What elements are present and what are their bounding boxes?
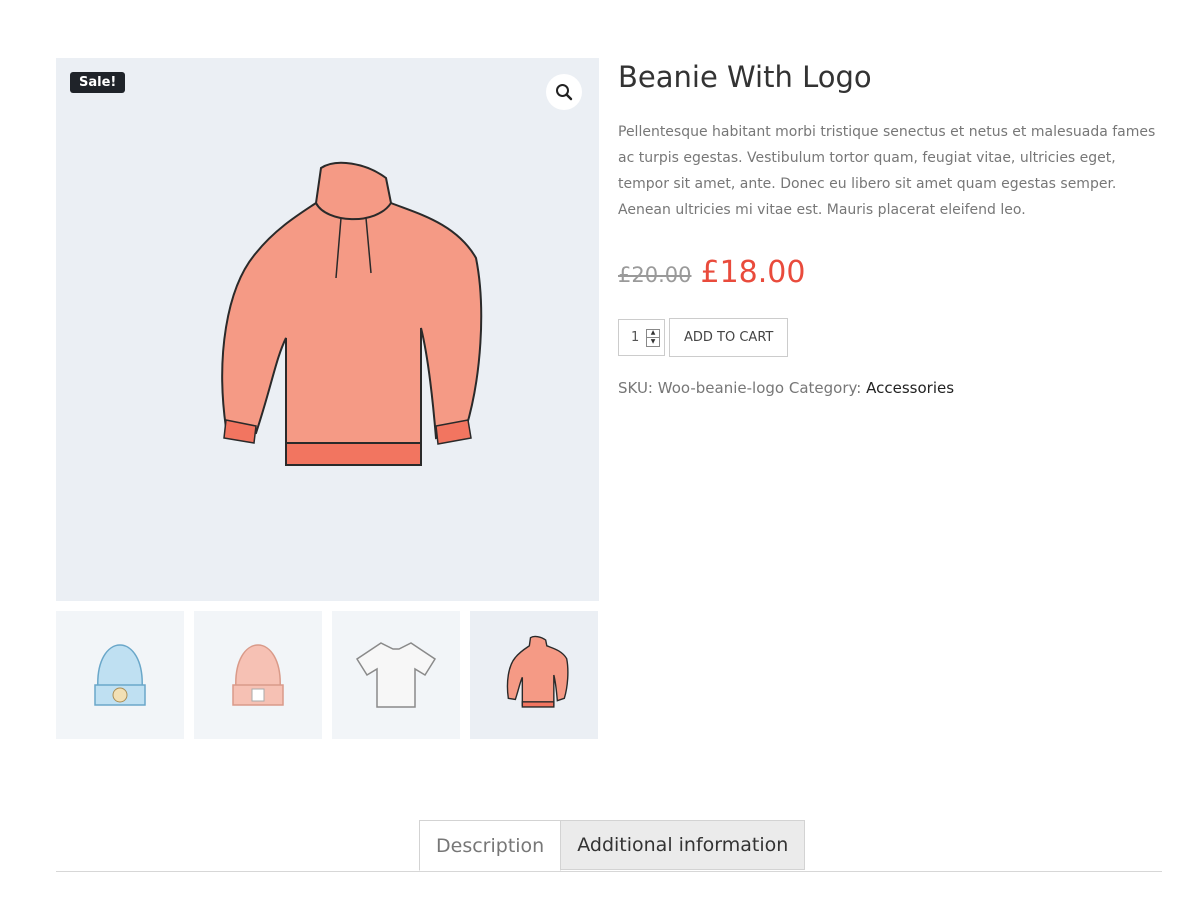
main-product-image[interactable]: Sale! [56, 58, 599, 601]
sku-value: Woo-beanie-logo [657, 379, 785, 397]
thumbnail-strip [56, 611, 599, 739]
tab-additional-information[interactable]: Additional information [561, 820, 806, 870]
tshirt-icon [355, 642, 437, 708]
product-short-description: Pellentesque habitant morbi tristique se… [618, 124, 1156, 218]
sku-label: SKU: [618, 379, 653, 397]
tab-description[interactable]: Description [419, 820, 562, 871]
quantity-stepper[interactable]: 1 ▲ ▼ [618, 319, 665, 356]
tab-list: Description Additional information [419, 820, 806, 871]
beanie-icon [232, 644, 284, 706]
product-gallery: Sale! [56, 58, 599, 739]
quantity-value[interactable]: 1 [631, 330, 639, 345]
regular-price: £20.00 [618, 263, 692, 287]
thumbnail-white-tshirt[interactable] [332, 611, 460, 739]
arrow-down-icon[interactable]: ▼ [647, 337, 659, 346]
category-label: Category: [788, 379, 862, 397]
sale-price: £18.00 [700, 255, 806, 290]
category-link[interactable]: Accessories [866, 379, 954, 397]
product-tabs: Description Additional information [56, 820, 1162, 872]
thumbnail-pink-beanie[interactable] [194, 611, 322, 739]
hoodie-image [221, 161, 483, 466]
thumbnail-blue-beanie[interactable] [56, 611, 184, 739]
product-summary: Beanie With Logo Pellentesque habitant m… [618, 58, 1163, 397]
quantity-spinner[interactable]: ▲ ▼ [646, 328, 660, 347]
beanie-icon [94, 644, 146, 706]
sale-badge: Sale! [70, 72, 126, 93]
zoom-button[interactable] [546, 74, 582, 110]
add-to-cart-form: 1 ▲ ▼ ADD TO CART [618, 318, 1163, 357]
product-meta: SKU: Woo-beanie-logo Category: Accessori… [618, 379, 1163, 397]
magnifier-icon [556, 84, 573, 101]
arrow-up-icon[interactable]: ▲ [647, 330, 659, 338]
add-to-cart-button[interactable]: ADD TO CART [669, 318, 789, 357]
thumbnail-pink-hoodie[interactable] [470, 611, 598, 739]
product-title: Beanie With Logo [618, 60, 872, 94]
hoodie-icon [506, 635, 569, 708]
price: £20.00 £18.00 [618, 255, 1163, 290]
